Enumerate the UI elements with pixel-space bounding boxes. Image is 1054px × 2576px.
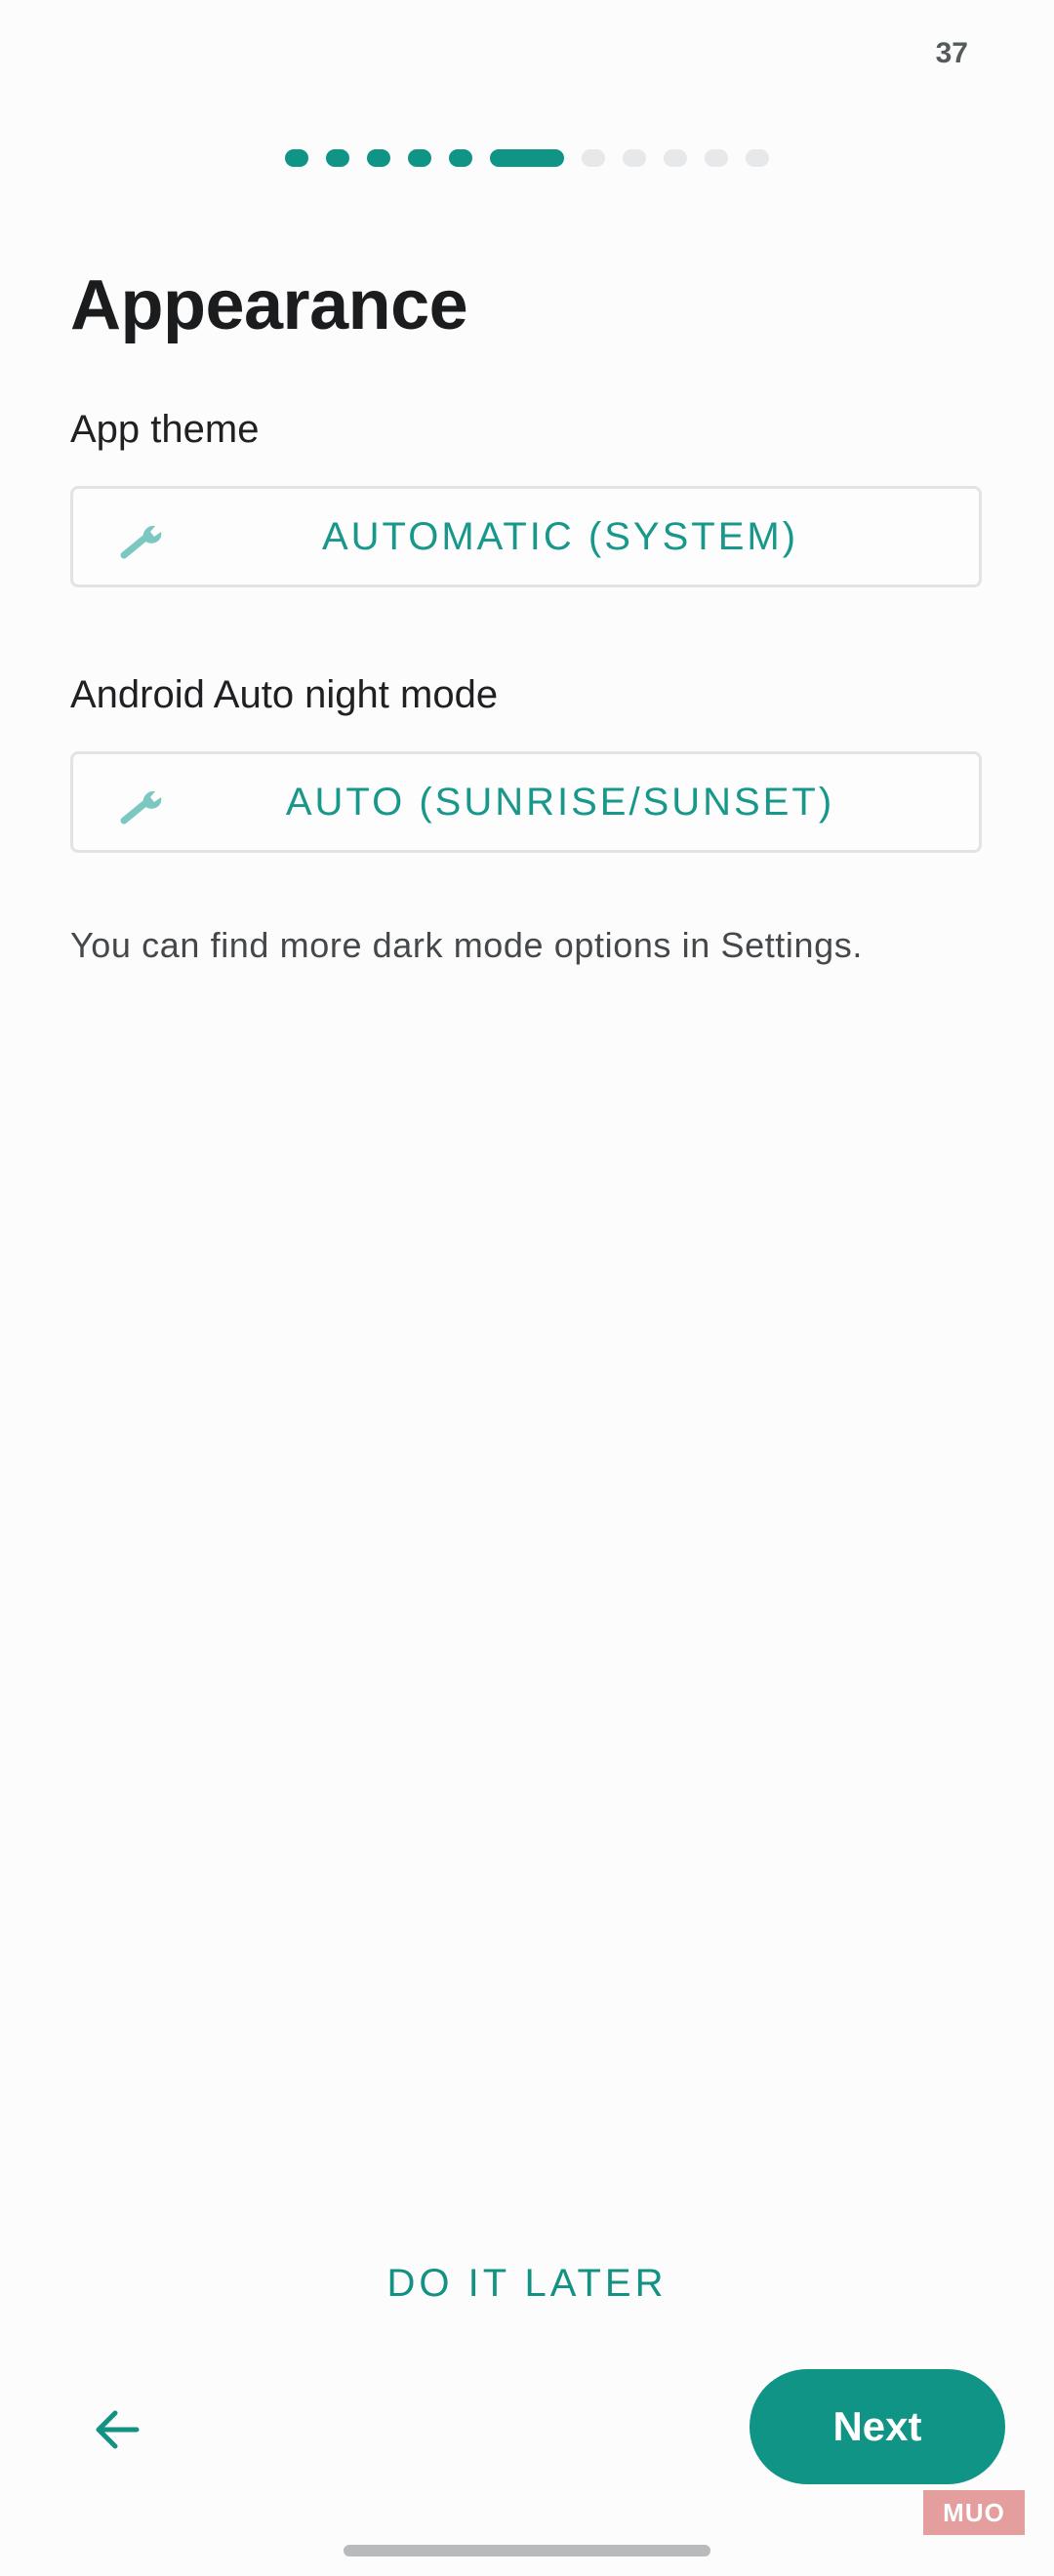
setup-screen: 37 Appearance App theme AUTOMATIC (SYSTE… [0,0,1054,2576]
progress-step-11 [746,149,769,167]
app-theme-label: App theme [70,408,260,451]
progress-step-3 [367,149,390,167]
progress-step-9 [664,149,687,167]
muo-watermark: MUO [923,2490,1025,2535]
wrench-icon [120,790,162,825]
progress-step-5 [449,149,472,167]
night-mode-label: Android Auto night mode [70,673,499,716]
battery-level: 37 [935,37,968,69]
do-it-later-button[interactable]: DO IT LATER [0,2262,1054,2306]
progress-step-7 [582,149,605,167]
progress-step-2 [326,149,349,167]
progress-step-10 [705,149,728,167]
progress-step-1 [285,149,308,167]
app-theme-value: AUTOMATIC (SYSTEM) [321,514,799,558]
wrench-icon [120,525,162,559]
progress-step-4 [408,149,431,167]
home-indicator[interactable] [344,2545,710,2556]
next-button[interactable]: Next [750,2369,1005,2484]
page-title: Appearance [70,266,468,344]
progress-step-6-current [490,149,564,167]
app-theme-selector[interactable]: AUTOMATIC (SYSTEM) [70,486,982,587]
night-mode-selector[interactable]: AUTO (SUNRISE/SUNSET) [70,751,982,853]
night-mode-value: AUTO (SUNRISE/SUNSET) [285,780,835,824]
dark-mode-info-text: You can find more dark mode options in S… [70,925,863,965]
back-button[interactable] [86,2398,148,2461]
setup-progress-indicator [0,148,1054,168]
arrow-left-icon [96,2410,140,2449]
status-bar: 37 [0,0,1054,107]
progress-step-8 [623,149,646,167]
